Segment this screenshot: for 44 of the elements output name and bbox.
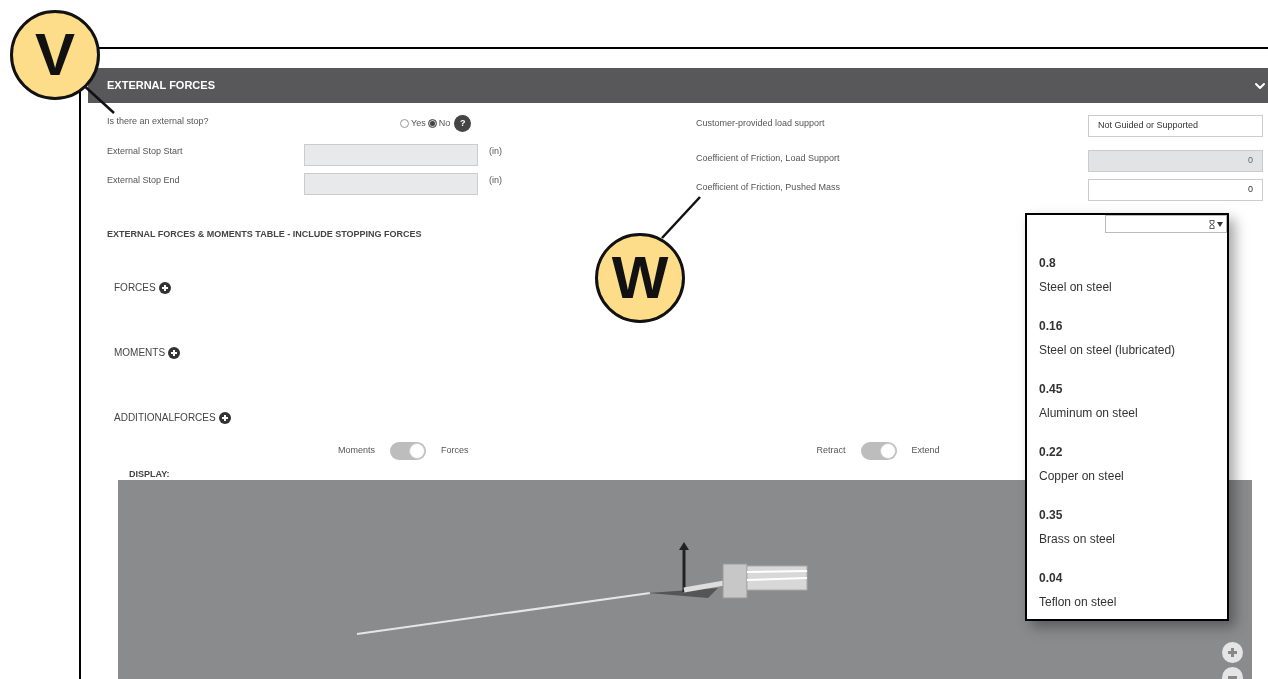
caret-icon [1217, 221, 1223, 227]
field-label: Customer-provided load support [696, 117, 826, 130]
radio-label: Yes [411, 116, 426, 130]
unit-label: (in) [489, 145, 502, 158]
table-heading: EXTERNAL FORCES & MOMENTS TABLE - INCLUDE STOPPING FORCES [107, 229, 422, 239]
callout-badge: V [10, 10, 100, 100]
panel-title: EXTERNAL FORCES [107, 78, 215, 94]
toggle-label: Retract [816, 444, 846, 458]
dropdown-option[interactable]: 0.35 Brass on steel [1039, 506, 1227, 569]
field-label: External Stop End [107, 174, 181, 187]
plus-icon [1227, 647, 1238, 658]
dropdown-option[interactable]: 0.45 Aluminum on steel [1039, 380, 1227, 443]
select-field[interactable]: Not Guided or Supported [1088, 115, 1263, 137]
help-button[interactable]: ? [454, 115, 472, 132]
dropdown-option[interactable]: 0.22 Copper on steel [1039, 443, 1227, 506]
zoom-in-button[interactable] [1222, 642, 1243, 663]
toggle-label: Extend [911, 444, 940, 458]
dropdown-option[interactable]: 0.8 Steel on steel [1039, 254, 1227, 317]
add-icon[interactable] [168, 346, 181, 359]
section-title: FORCES [114, 281, 156, 295]
section-title: MOMENTS [114, 346, 166, 360]
dropdown-option[interactable]: 0.04 Teflon on steel [1039, 569, 1227, 632]
add-icon[interactable] [158, 281, 171, 294]
hourglass-icon [1209, 219, 1215, 229]
field-label: Is there an external stop? [107, 115, 210, 128]
leader-line [660, 195, 702, 240]
select-field[interactable] [1105, 215, 1227, 233]
display-label: DISPLAY: [129, 469, 170, 479]
toggle-switch[interactable] [390, 442, 426, 460]
panel-header[interactable]: EXTERNAL FORCES [88, 68, 1268, 103]
radio-label: No [438, 116, 451, 130]
radio-button[interactable] [427, 119, 437, 128]
section-title: ADDITIONALFORCES [114, 411, 216, 425]
add-icon[interactable] [218, 411, 231, 424]
toggle-label: Moments [338, 444, 375, 458]
field-label: Coefficient of Friction, Load Support [696, 152, 841, 165]
dropdown-option[interactable]: 0.16 Steel on steel (lubricated) [1039, 317, 1227, 380]
toggle-label: Forces [441, 444, 469, 458]
input-field[interactable]: 0 [1088, 179, 1263, 201]
callout-badge: W [595, 233, 685, 323]
unit-label: (in) [489, 174, 502, 187]
field-label: External Stop Start [107, 145, 184, 158]
toggle-switch[interactable] [860, 442, 897, 460]
field-label: Coefficient of Friction, Pushed Mass [696, 181, 841, 194]
